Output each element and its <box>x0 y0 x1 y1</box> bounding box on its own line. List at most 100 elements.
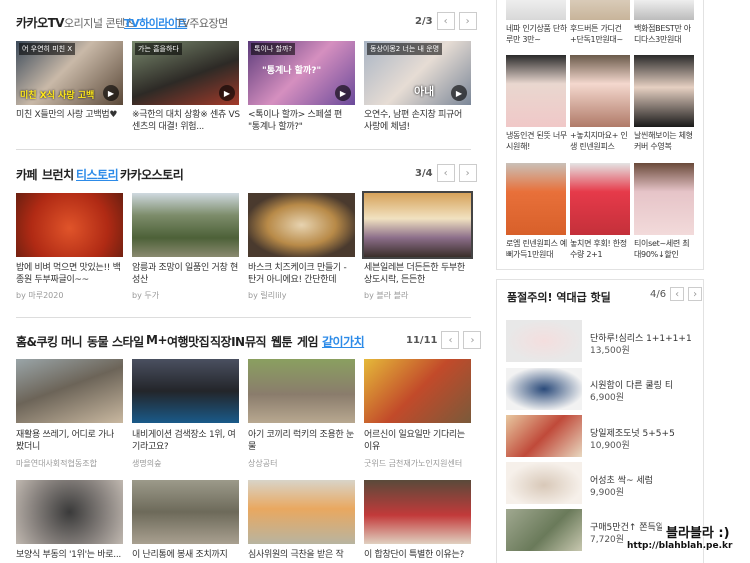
video-thumbnail[interactable]: 어 우연히 미친 X 미친 X식 사랑 고백 ▶ <box>16 41 123 105</box>
article-caption[interactable]: 심사위원의 극찬을 받은 작 <box>248 549 356 562</box>
product-image[interactable] <box>506 0 566 20</box>
article-caption[interactable]: 어르신이 일요일만 기다리는 이유 <box>364 429 472 453</box>
tab-animal[interactable]: 동물 <box>87 333 109 350</box>
video-caption[interactable]: ※극한의 대치 상황※ 센츄 VS 센츠의 대결! 위험... <box>132 109 240 133</box>
article-thumbnail[interactable] <box>364 359 471 423</box>
deal-price: 9,900원 <box>590 488 625 498</box>
video-badge: 톡이나 할까? <box>251 43 296 55</box>
page-indicator: 2/3 <box>415 15 433 27</box>
tab-music[interactable]: 뮤직 <box>245 333 267 350</box>
post-thumbnail[interactable] <box>132 193 239 257</box>
tab-mplus[interactable]: M+ <box>146 333 168 347</box>
article-thumbnail[interactable] <box>132 480 239 544</box>
tab-money[interactable]: 머니 <box>61 333 83 350</box>
article-caption[interactable]: 이 난리통에 봉새 조치까지 <box>132 549 240 562</box>
tab-tistory[interactable]: 티스토리 <box>76 166 119 183</box>
article-source: 굿위드 금천재가노인지원센터 <box>364 459 463 468</box>
cafe-pager: 3/4 ‹ › <box>415 164 477 182</box>
article-caption[interactable]: 아기 코끼리 럭키의 조용한 눈물 <box>248 429 356 453</box>
post-thumbnail[interactable] <box>16 193 123 257</box>
post-author: by 마루2020 <box>16 291 64 300</box>
video-thumbnail[interactable]: 동상이몽2 너는 내 운명 아내 ▶ <box>364 41 471 105</box>
article-thumbnail[interactable] <box>248 359 355 423</box>
watermark-url: http://blahblah.pe.kr <box>627 541 733 551</box>
home-pager: 11/11 ‹ › <box>406 331 482 349</box>
video-thumbnail[interactable]: 가는 흠을하다 ▶ <box>132 41 239 105</box>
next-button[interactable]: › <box>463 331 482 349</box>
tab-webtoon[interactable]: 웹툰 <box>271 333 293 350</box>
product-image[interactable] <box>634 163 694 235</box>
article-thumbnail[interactable] <box>16 359 123 423</box>
deal-image[interactable] <box>506 368 582 410</box>
product-image[interactable] <box>634 55 694 127</box>
tab-travel[interactable]: 여행맛집 <box>167 333 210 350</box>
article-thumbnail[interactable] <box>248 480 355 544</box>
article-thumbnail[interactable] <box>132 359 239 423</box>
product-image[interactable] <box>570 0 630 20</box>
video-thumbnail[interactable]: 톡이나 할까? "통계나 할까?" ▶ <box>248 41 355 105</box>
post-caption[interactable]: 바스크 치즈케이크 만들기 - 탄거 아니에요! 간단한데 <box>248 262 356 286</box>
product-caption[interactable]: +놓치지마요+ 인생 린넨원피스 <box>570 130 632 152</box>
article-thumbnail[interactable] <box>364 480 471 544</box>
product-caption[interactable]: 놓치면 후회! 한정수량 2+1 <box>570 238 632 260</box>
section-divider <box>16 149 471 150</box>
tab-game[interactable]: 게임 <box>297 333 319 350</box>
post-caption[interactable]: 암릉과 조망이 일품인 거창 현성산 <box>132 262 240 286</box>
play-icon: ▶ <box>335 85 351 101</box>
article-thumbnail[interactable] <box>16 480 123 544</box>
tab-brunch[interactable]: 브런치 <box>42 166 74 183</box>
product-image[interactable] <box>506 163 566 235</box>
product-image[interactable] <box>634 0 694 20</box>
video-caption[interactable]: 오연수, 남편 손지창 피규어 사랑에 체념! <box>364 109 472 133</box>
tab-kakaostory[interactable]: 카카오스토리 <box>120 166 184 183</box>
prev-button[interactable]: ‹ <box>670 287 685 301</box>
product-image[interactable] <box>570 163 630 235</box>
post-author: by 블라 블라 <box>364 291 409 300</box>
post-caption[interactable]: 세븐일레븐 더든든한 두부한상도시락, 든든한 <box>364 262 472 286</box>
post-caption[interactable]: 밥에 비벼 먹으면 맛있는!! 백종원 두부짜글이~~ <box>16 262 124 286</box>
video-badge: 가는 흠을하다 <box>135 43 182 55</box>
tab-home-cooking[interactable]: 홈&쿠킹 <box>16 333 58 350</box>
deal-image[interactable] <box>506 462 582 504</box>
deal-image[interactable] <box>506 320 582 362</box>
post-author: by 릴리lily <box>248 291 287 300</box>
tab-tv-scenes[interactable]: TV주요장면 <box>176 15 228 31</box>
product-caption[interactable]: 로엠 린넨원피스 예뻐가득1만원대 <box>506 238 568 260</box>
page-indicator: 3/4 <box>415 167 433 179</box>
product-caption[interactable]: 티이set~세련 최대90%↓할인 <box>634 238 696 260</box>
video-caption[interactable]: 미친 X들만의 사랑 고백법♥ <box>16 109 124 133</box>
post-thumbnail[interactable] <box>362 191 473 259</box>
play-icon: ▶ <box>103 85 119 101</box>
article-caption[interactable]: 내비게이션 검색장소 1위, 여기라고요? <box>132 429 240 453</box>
watermark-title: 블라블라 :) <box>666 526 730 541</box>
tab-style[interactable]: 스타일 <box>112 333 144 350</box>
product-caption[interactable]: 네파 인기상품 단하루만 3만~ <box>506 23 568 45</box>
prev-button[interactable]: ‹ <box>436 164 455 182</box>
product-image[interactable] <box>570 55 630 127</box>
post-thumbnail[interactable] <box>248 193 355 257</box>
prev-button[interactable]: ‹ <box>436 12 455 30</box>
prev-button[interactable]: ‹ <box>441 331 460 349</box>
deal-image[interactable] <box>506 509 582 551</box>
product-caption[interactable]: 날씬해보이는 체형커버 수영복 <box>634 130 696 152</box>
next-button[interactable]: › <box>458 164 477 182</box>
product-caption[interactable]: 후드버튼 가디건 +단독1만원대~ <box>570 23 632 45</box>
deal-price: 13,500원 <box>590 346 630 356</box>
article-caption[interactable]: 재활용 쓰레기, 어디로 가나 봤더니 <box>16 429 124 453</box>
video-caption[interactable]: <톡이나 할까> 스페셜 편 "통계나 할까?" <box>248 109 356 133</box>
tab-work[interactable]: 직장IN <box>210 333 245 350</box>
product-image[interactable] <box>506 55 566 127</box>
article-caption[interactable]: 이 합창단이 특별한 이유는? <box>364 549 472 562</box>
article-caption[interactable]: 보양식 부동의 '1위'는 바로... <box>16 549 124 562</box>
video-badge: 어 우연히 미친 X <box>19 43 76 55</box>
next-button[interactable]: › <box>688 287 703 301</box>
tab-kakaotv[interactable]: 카카오TV <box>16 14 65 31</box>
deal-image[interactable] <box>506 415 582 457</box>
article-source: 생명의숲 <box>132 459 162 468</box>
product-caption[interactable]: 냉동인견 된뜻 너무 시원해! <box>506 130 568 152</box>
tab-cafe[interactable]: 카페 <box>16 166 38 183</box>
deal-price: 6,900원 <box>590 393 625 403</box>
tab-together[interactable]: 같이가치 <box>322 333 365 350</box>
product-caption[interactable]: 백화점BEST만 아디다스3만원대 <box>634 23 696 45</box>
next-button[interactable]: › <box>458 12 477 30</box>
